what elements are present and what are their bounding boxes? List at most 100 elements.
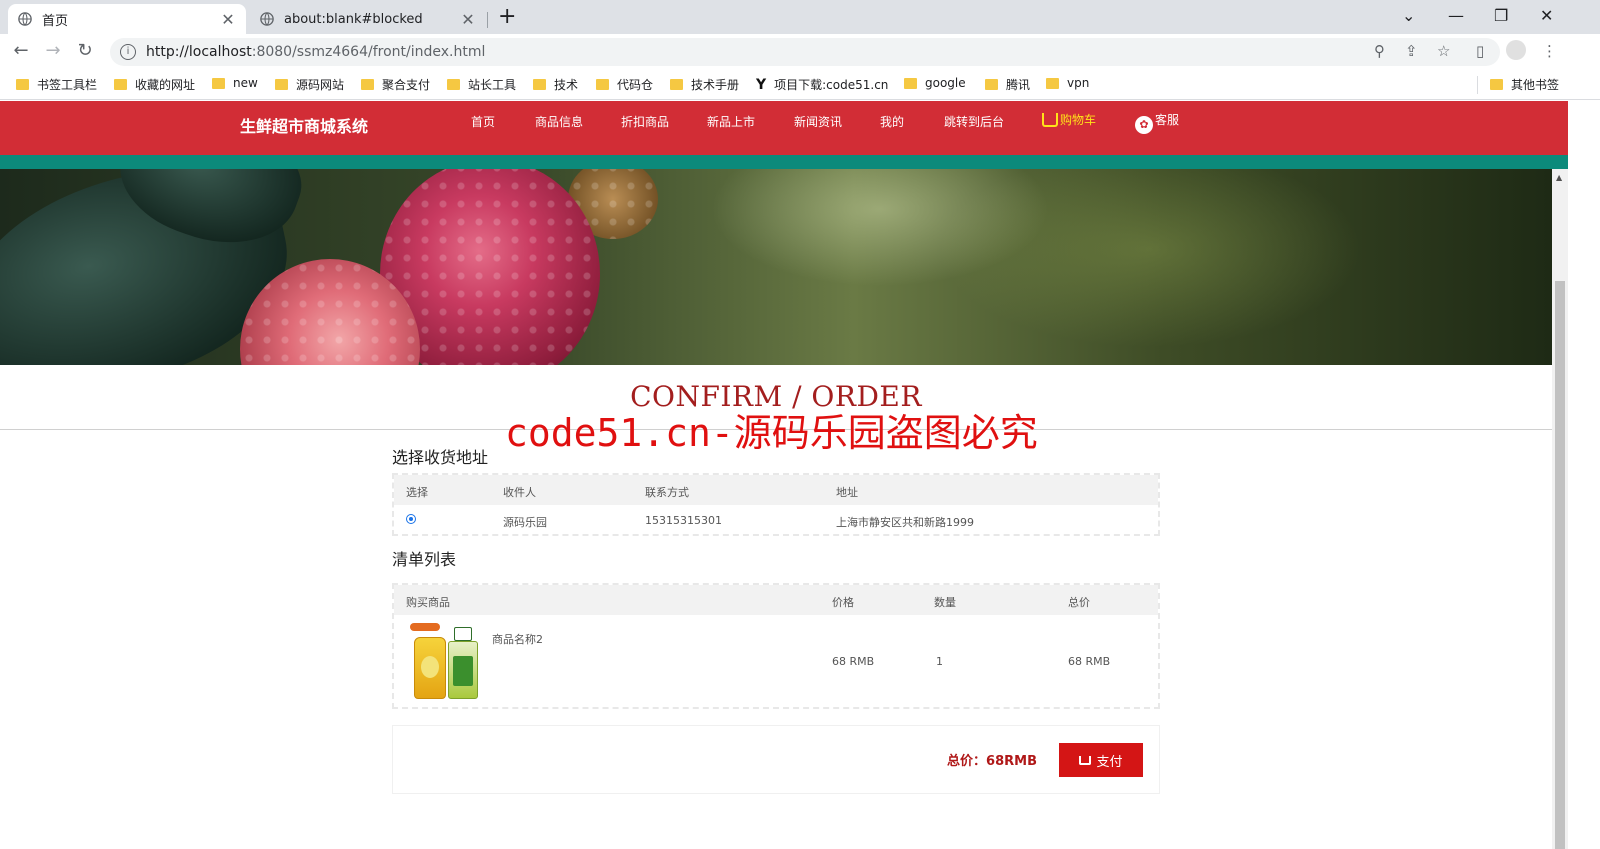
- tab-divider: [487, 12, 488, 28]
- other-bookmarks[interactable]: 其他书签: [1490, 76, 1559, 93]
- bookmark-folder[interactable]: 收藏的网址: [114, 76, 195, 93]
- tab-title: 首页: [42, 13, 69, 29]
- close-icon[interactable]: ✕: [220, 10, 236, 29]
- bookmark-folder[interactable]: new: [212, 76, 258, 90]
- back-icon[interactable]: ←: [9, 40, 33, 61]
- tab-home[interactable]: 首页 ✕: [8, 4, 246, 34]
- items-section-title: 清单列表: [392, 550, 457, 569]
- brand-logo-icon: [410, 623, 440, 631]
- column-header: 总价: [1068, 596, 1090, 609]
- address-bar[interactable]: i http://localhost:8080/ssmz4664/front/i…: [110, 38, 1500, 66]
- column-header: 价格: [832, 596, 854, 609]
- column-header: 地址: [836, 486, 858, 499]
- restore-icon[interactable]: ❐: [1494, 6, 1508, 25]
- close-icon[interactable]: ✕: [460, 10, 476, 29]
- bookmark-link[interactable]: Y 项目下载:code51.cn: [756, 76, 888, 93]
- oil-bottle-icon: [414, 637, 446, 699]
- bookmark-folder[interactable]: 技术手册: [670, 76, 739, 93]
- window-close-icon[interactable]: ✕: [1540, 6, 1553, 25]
- address-radio[interactable]: [406, 514, 416, 524]
- table-row[interactable]: 源码乐园 15315315301 上海市静安区共和新路1999: [394, 505, 1158, 534]
- site-title[interactable]: 生鲜超市商城系统: [240, 113, 368, 137]
- menu-icon[interactable]: ⋮: [1542, 42, 1557, 60]
- reload-icon[interactable]: ↻: [73, 40, 97, 61]
- side-panel-icon[interactable]: ▯: [1476, 42, 1484, 60]
- recipient-address: 上海市静安区共和新路1999: [836, 516, 974, 529]
- site-header: 生鲜超市商城系统 首页 商品信息 折扣商品 新品上市 新闻资讯 我的 跳转到后台…: [0, 101, 1568, 155]
- bookmark-folder[interactable]: 腾讯: [985, 76, 1030, 93]
- site-info-icon[interactable]: i: [120, 44, 136, 60]
- bookmark-folder[interactable]: 源码网站: [275, 76, 344, 93]
- product-name[interactable]: 商品名称2: [492, 631, 543, 647]
- bottle-cap-icon: [454, 627, 472, 641]
- globe-icon: [260, 12, 274, 26]
- folder-icon: [114, 79, 127, 90]
- url-host: http://localhost: [146, 44, 252, 60]
- zoom-icon[interactable]: ⚲: [1374, 42, 1385, 60]
- scrollbar-thumb[interactable]: [1555, 281, 1565, 849]
- share-icon[interactable]: ⇪: [1405, 42, 1418, 60]
- browser-tab-bar: 首页 ✕ about:blank#blocked ✕ + ⌄ — ❐ ✕: [0, 0, 1600, 34]
- column-header: 数量: [934, 596, 956, 609]
- hero-banner-image: [0, 169, 1552, 365]
- total-price: 总价：68RMB: [947, 754, 1037, 769]
- bookmark-folder[interactable]: 代码仓: [596, 76, 653, 93]
- bookmark-folder[interactable]: google: [904, 76, 966, 90]
- watermark-text: code51.cn-源码乐园盗图必究: [505, 411, 1038, 455]
- address-table: 选择 收件人 联系方式 地址 源码乐园 15315315301 上海市静安区共和…: [392, 473, 1160, 536]
- table-row: 商品名称2 68 RMB 1 68 RMB: [394, 615, 1158, 707]
- page-scrollbar[interactable]: ▲: [1552, 169, 1568, 849]
- nav-news[interactable]: 新闻资讯: [794, 113, 842, 130]
- recipient-phone: 15315315301: [645, 514, 722, 527]
- nav-home[interactable]: 首页: [471, 113, 495, 130]
- nav-new-arrivals[interactable]: 新品上市: [707, 113, 755, 130]
- scroll-up-icon[interactable]: ▲: [1556, 173, 1562, 182]
- y-logo-icon: Y: [756, 76, 767, 93]
- nav-products[interactable]: 商品信息: [535, 113, 583, 130]
- bookmark-folder[interactable]: 站长工具: [447, 76, 516, 93]
- items-table: 购买商品 价格 数量 总价 商品名称2 68 RMB 1 68 RMB: [392, 583, 1160, 709]
- folder-icon: [361, 79, 374, 90]
- pay-button[interactable]: 支付: [1059, 743, 1143, 777]
- nav-discounts[interactable]: 折扣商品: [621, 113, 669, 130]
- cart-icon: [1042, 113, 1058, 127]
- tab-blocked[interactable]: about:blank#blocked ✕: [250, 4, 486, 34]
- recipient-name: 源码乐园: [503, 516, 547, 529]
- folder-icon: [16, 79, 29, 90]
- folder-icon: [904, 77, 917, 89]
- bookmark-folder[interactable]: 书签工具栏: [16, 76, 97, 93]
- folder-icon: [670, 79, 683, 90]
- folder-icon: [596, 79, 609, 90]
- oil-bottle-icon: [448, 641, 478, 699]
- column-header: 收件人: [503, 486, 536, 499]
- profile-avatar[interactable]: [1506, 40, 1526, 60]
- bookmark-folder[interactable]: 聚合支付: [361, 76, 430, 93]
- table-header: 选择 收件人 联系方式 地址: [394, 475, 1158, 505]
- cart-icon: [1079, 755, 1092, 765]
- bookmark-folder[interactable]: 技术: [533, 76, 578, 93]
- nav-customer-service[interactable]: ✿ 客服: [1135, 111, 1179, 134]
- bookmark-folder[interactable]: vpn: [1046, 76, 1089, 90]
- product-total: 68 RMB: [1068, 655, 1111, 668]
- url-path: :8080/ssmz4664/front/index.html: [251, 44, 486, 60]
- nav-my-account[interactable]: 我的: [880, 113, 904, 130]
- folder-icon: [212, 77, 225, 89]
- tab-search-icon[interactable]: ⌄: [1402, 6, 1415, 25]
- table-header: 购买商品 价格 数量 总价: [394, 585, 1158, 615]
- folder-icon: [1046, 77, 1059, 89]
- minimize-icon[interactable]: —: [1448, 6, 1464, 25]
- nav-admin[interactable]: 跳转到后台: [944, 113, 1004, 130]
- column-header: 购买商品: [406, 596, 450, 609]
- tab-title: about:blank#blocked: [284, 11, 423, 27]
- new-tab-icon[interactable]: +: [498, 6, 516, 28]
- product-image[interactable]: [408, 621, 480, 701]
- product-price: 68 RMB: [832, 655, 875, 668]
- folder-icon: [1490, 79, 1503, 90]
- nav-cart[interactable]: 购物车: [1042, 111, 1096, 128]
- forward-icon[interactable]: →: [41, 40, 65, 61]
- column-header: 选择: [406, 486, 428, 499]
- globe-icon: [18, 12, 32, 26]
- star-icon[interactable]: ☆: [1437, 42, 1450, 60]
- browser-toolbar: ← → ↻ i http://localhost:8080/ssmz4664/f…: [0, 34, 1600, 70]
- bookmarks-bar: 书签工具栏 收藏的网址 new 源码网站 聚合支付 站长工具 技术 代码仓 技术…: [0, 70, 1600, 100]
